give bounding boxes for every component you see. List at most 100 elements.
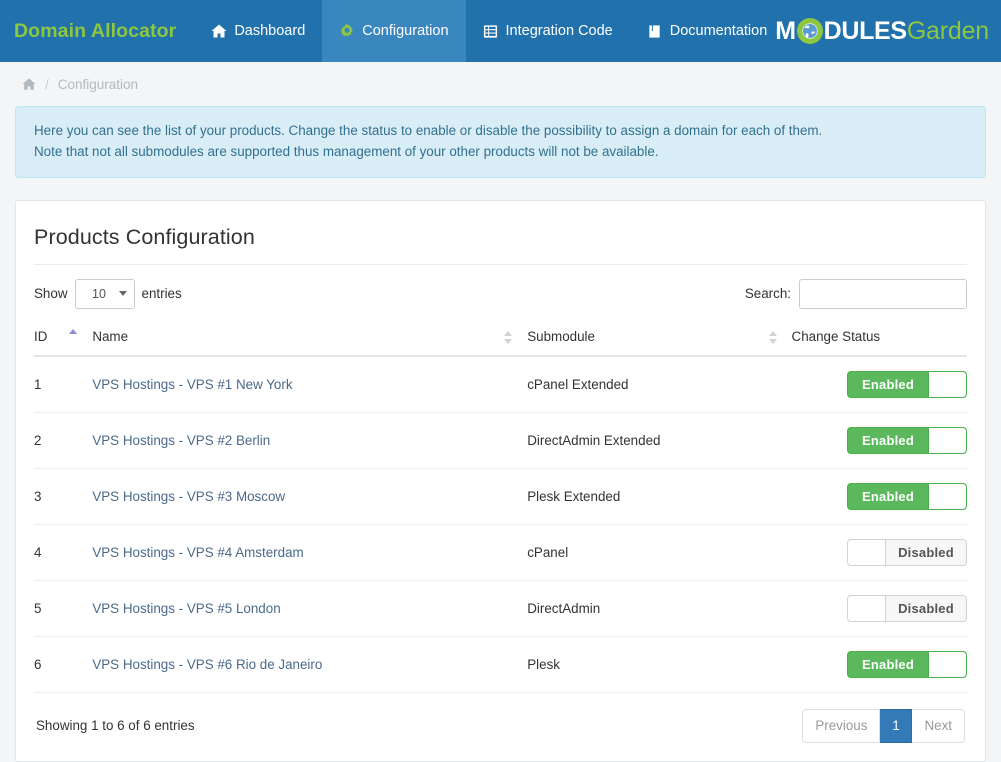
nav-item-dashboard[interactable]: Dashboard	[194, 0, 322, 62]
products-configuration-panel: Products Configuration Show 10 entries S…	[15, 200, 986, 762]
breadcrumb-current: Configuration	[58, 77, 138, 92]
nav-item-documentation[interactable]: Documentation	[630, 0, 785, 62]
gear-icon	[339, 23, 355, 39]
toggle-label: Enabled	[848, 484, 928, 509]
cell-id: 2	[34, 412, 92, 468]
status-toggle[interactable]: Disabled	[847, 539, 967, 566]
cell-name: VPS Hostings - VPS #6 Rio de Janeiro	[92, 636, 527, 692]
cell-name: VPS Hostings - VPS #3 Moscow	[92, 468, 527, 524]
product-link[interactable]: VPS Hostings - VPS #4 Amsterdam	[92, 545, 303, 560]
home-icon	[211, 23, 227, 39]
table-body: 1VPS Hostings - VPS #1 New York cPanel Ex…	[34, 356, 967, 693]
cell-change-status: Disabled	[792, 580, 967, 636]
cell-submodule: cPanel Extended	[527, 356, 791, 413]
globe-icon	[797, 18, 823, 44]
column-label-name: Name	[92, 329, 128, 344]
toggle-knob	[848, 540, 886, 565]
table-row: 3VPS Hostings - VPS #3 MoscowPlesk Exten…	[34, 468, 967, 524]
toggle-label: Enabled	[848, 372, 928, 397]
logo-letter-m: M	[775, 19, 795, 44]
cell-change-status: Enabled	[792, 468, 967, 524]
cell-change-status: Disabled	[792, 524, 967, 580]
pagination: Previous 1 Next	[802, 709, 965, 743]
product-link[interactable]: VPS Hostings - VPS #5 London	[92, 601, 280, 616]
logo-text-garden: Garden	[907, 19, 989, 44]
cell-id: 4	[34, 524, 92, 580]
logo-text-dules: DULES	[824, 19, 907, 44]
sort-toggle-icon	[769, 331, 778, 344]
column-label-submodule: Submodule	[527, 329, 595, 344]
cell-name: VPS Hostings - VPS #4 Amsterdam	[92, 524, 527, 580]
cell-submodule: Plesk	[527, 636, 791, 692]
code-list-icon	[483, 23, 499, 39]
sort-toggle-icon	[504, 331, 513, 344]
product-link[interactable]: VPS Hostings - VPS #3 Moscow	[92, 489, 285, 504]
table-row: 4VPS Hostings - VPS #4 Amsterdam cPanel Di…	[34, 524, 967, 580]
status-toggle[interactable]: Disabled	[847, 595, 967, 622]
nav-item-configuration[interactable]: Configuration	[322, 0, 465, 62]
entries-length-control: Show 10 entries	[34, 279, 182, 309]
cell-id: 3	[34, 468, 92, 524]
search-input[interactable]	[799, 279, 967, 309]
nav-item-integration-code[interactable]: Integration Code	[466, 0, 630, 62]
column-header-name[interactable]: Name	[92, 321, 527, 356]
table-row: 1VPS Hostings - VPS #1 New York cPanel Ex…	[34, 356, 967, 413]
toggle-knob	[848, 596, 886, 621]
status-toggle[interactable]: Enabled	[847, 427, 967, 454]
breadcrumb-separator: /	[45, 77, 49, 92]
entries-label: entries	[142, 286, 182, 301]
column-header-id[interactable]: ID	[34, 321, 92, 356]
cell-id: 1	[34, 356, 92, 413]
cell-id: 6	[34, 636, 92, 692]
status-toggle[interactable]: Enabled	[847, 483, 967, 510]
sort-ascending-icon	[69, 329, 78, 342]
toggle-knob	[928, 372, 966, 397]
cell-change-status: Enabled	[792, 356, 967, 413]
table-row: 5VPS Hostings - VPS #5 London DirectAdmin…	[34, 580, 967, 636]
entries-info: Showing 1 to 6 of 6 entries	[36, 718, 195, 733]
cell-change-status: Enabled	[792, 412, 967, 468]
alert-line-2: Note that not all submodules are support…	[34, 142, 967, 163]
nav-label-dashboard: Dashboard	[234, 23, 305, 39]
alert-line-1: Here you can see the list of your produc…	[34, 121, 967, 142]
toggle-label: Disabled	[886, 596, 966, 621]
product-link[interactable]: VPS Hostings - VPS #2 Berlin	[92, 433, 270, 448]
cell-submodule: DirectAdmin	[527, 580, 791, 636]
status-toggle[interactable]: Enabled	[847, 371, 967, 398]
top-navbar: Domain Allocator Dashboard Configuration	[0, 0, 1001, 62]
column-header-change-status: Change Status	[792, 321, 967, 356]
chevron-down-icon	[119, 291, 127, 296]
modulesgarden-logo[interactable]: M DULES Garden	[775, 0, 989, 62]
breadcrumb-home-icon[interactable]	[22, 77, 36, 91]
pagination-previous[interactable]: Previous	[802, 709, 880, 743]
status-toggle[interactable]: Enabled	[847, 651, 967, 678]
search-control: Search:	[745, 279, 967, 309]
app-brand[interactable]: Domain Allocator	[0, 0, 194, 62]
entries-select[interactable]: 10	[75, 279, 135, 309]
table-row: 6VPS Hostings - VPS #6 Rio de Janeiro Ple…	[34, 636, 967, 692]
pagination-next[interactable]: Next	[912, 709, 965, 743]
datatable-footer: Showing 1 to 6 of 6 entries Previous 1 N…	[34, 693, 967, 745]
pagination-page-1[interactable]: 1	[880, 709, 912, 743]
entries-select-value: 10	[76, 287, 119, 301]
toggle-label: Enabled	[848, 428, 928, 453]
column-header-submodule[interactable]: Submodule	[527, 321, 791, 356]
toggle-label: Enabled	[848, 652, 928, 677]
show-label: Show	[34, 286, 68, 301]
cell-name: VPS Hostings - VPS #1 New York	[92, 356, 527, 413]
page-title: Products Configuration	[34, 225, 967, 265]
toggle-knob	[928, 652, 966, 677]
cell-id: 5	[34, 580, 92, 636]
product-link[interactable]: VPS Hostings - VPS #6 Rio de Janeiro	[92, 657, 322, 672]
cell-name: VPS Hostings - VPS #2 Berlin	[92, 412, 527, 468]
table-header: ID Name Submodule Change Status	[34, 321, 967, 356]
products-table: ID Name Submodule Change Status	[34, 321, 967, 693]
column-label-id: ID	[34, 329, 47, 344]
book-icon	[647, 23, 663, 39]
nav-label-integration-code: Integration Code	[506, 23, 613, 39]
nav-label-configuration: Configuration	[362, 23, 448, 39]
info-alert: Here you can see the list of your produc…	[15, 106, 986, 178]
cell-submodule: cPanel	[527, 524, 791, 580]
search-label: Search:	[745, 286, 791, 301]
product-link[interactable]: VPS Hostings - VPS #1 New York	[92, 377, 292, 392]
